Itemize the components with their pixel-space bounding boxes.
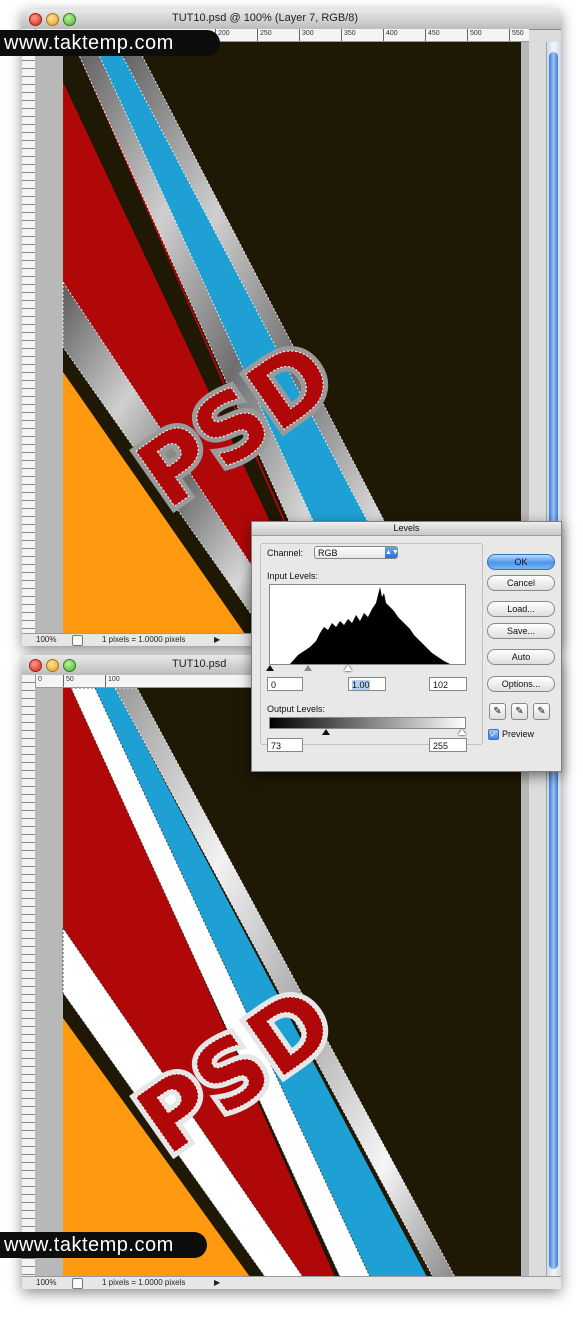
scrollbar-thumb[interactable]	[549, 694, 558, 1269]
white-eyedropper-icon[interactable]: ✎	[533, 703, 550, 720]
status-menu-arrow-icon[interactable]: ▶	[214, 635, 220, 644]
input-gamma-value: 1.00	[352, 680, 370, 690]
vertical-ruler	[22, 675, 36, 1277]
document-canvas[interactable]: PSD PSD	[35, 688, 529, 1277]
zoom-button[interactable]	[63, 13, 76, 26]
channel-select[interactable]: RGB ▲▼	[314, 546, 399, 559]
ok-button[interactable]: OK	[487, 554, 555, 570]
black-eyedropper-icon[interactable]: ✎	[489, 703, 506, 720]
vertical-scrollbar[interactable]	[546, 688, 561, 1277]
ruler-label: 50	[63, 675, 74, 687]
ruler-label: 350	[341, 29, 356, 41]
dialog-title: Levels	[252, 522, 561, 536]
watermark-bottom: www.taktemp.com	[0, 1232, 207, 1258]
window-title: TUT10.psd @ 100% (Layer 7, RGB/8)	[172, 12, 359, 24]
ruler-label: 100	[105, 675, 120, 687]
input-white-field[interactable]: 102	[429, 677, 467, 691]
input-gamma-slider[interactable]	[304, 665, 312, 671]
levels-dialog: Levels Channel: RGB ▲▼ Input Levels: 0 1…	[251, 521, 562, 772]
input-black-field[interactable]: 0	[267, 677, 303, 691]
status-bar: 100% 1 pixels = 1.0000 pixels ▶	[22, 1276, 561, 1289]
gray-eyedropper-icon[interactable]: ✎	[511, 703, 528, 720]
ruler-label: 450	[425, 29, 440, 41]
input-levels-label: Input Levels:	[267, 571, 319, 581]
select-arrows-icon: ▲▼	[385, 547, 399, 558]
close-button[interactable]	[29, 13, 42, 26]
close-button[interactable]	[29, 659, 42, 672]
ruler-label: 400	[383, 29, 398, 41]
preview-label: Preview	[502, 729, 535, 739]
options-button[interactable]: Options...	[487, 676, 555, 692]
minimize-button[interactable]	[46, 13, 59, 26]
output-white-slider[interactable]	[458, 729, 466, 735]
auto-button[interactable]: Auto	[487, 649, 555, 665]
output-black-field[interactable]: 73	[267, 738, 303, 752]
cancel-button[interactable]: Cancel	[487, 575, 555, 591]
vertical-ruler	[22, 29, 36, 634]
output-white-field[interactable]: 255	[429, 738, 467, 752]
histogram-graph	[290, 587, 450, 664]
channel-label: Channel:	[267, 548, 304, 558]
status-info: 1 pixels = 1.0000 pixels	[102, 1278, 186, 1287]
status-menu-arrow-icon[interactable]: ▶	[214, 1278, 220, 1287]
input-black-slider[interactable]	[266, 665, 274, 671]
window-title: TUT10.psd	[172, 658, 227, 670]
artwork: PSD PSD	[62, 688, 521, 1277]
zoom-button[interactable]	[63, 659, 76, 672]
ruler-label: 0	[35, 675, 42, 687]
input-white-slider[interactable]	[344, 665, 352, 671]
status-info: 1 pixels = 1.0000 pixels	[102, 635, 186, 644]
minimize-button[interactable]	[46, 659, 59, 672]
histogram	[269, 584, 466, 665]
ruler-label: 250	[257, 29, 272, 41]
zoom-level[interactable]: 100%	[36, 1278, 56, 1287]
output-levels-label: Output Levels:	[267, 704, 326, 714]
channel-value: RGB	[318, 548, 338, 558]
ruler-label: 550	[509, 29, 524, 41]
zoom-level[interactable]: 100%	[36, 635, 56, 644]
window-titlebar[interactable]: TUT10.psd @ 100% (Layer 7, RGB/8)	[22, 9, 561, 30]
output-gradient	[269, 717, 466, 729]
ruler-label: 500	[467, 29, 482, 41]
input-gamma-field[interactable]: 1.00	[348, 677, 386, 691]
document-info-icon[interactable]	[72, 1278, 83, 1289]
watermark-top: www.taktemp.com	[0, 30, 220, 56]
document-info-icon[interactable]	[72, 635, 83, 646]
ruler-label: 300	[299, 29, 314, 41]
save-button[interactable]: Save...	[487, 623, 555, 639]
preview-checkbox[interactable]: ✓	[488, 729, 499, 740]
load-button[interactable]: Load...	[487, 601, 555, 617]
output-black-slider[interactable]	[322, 729, 330, 735]
